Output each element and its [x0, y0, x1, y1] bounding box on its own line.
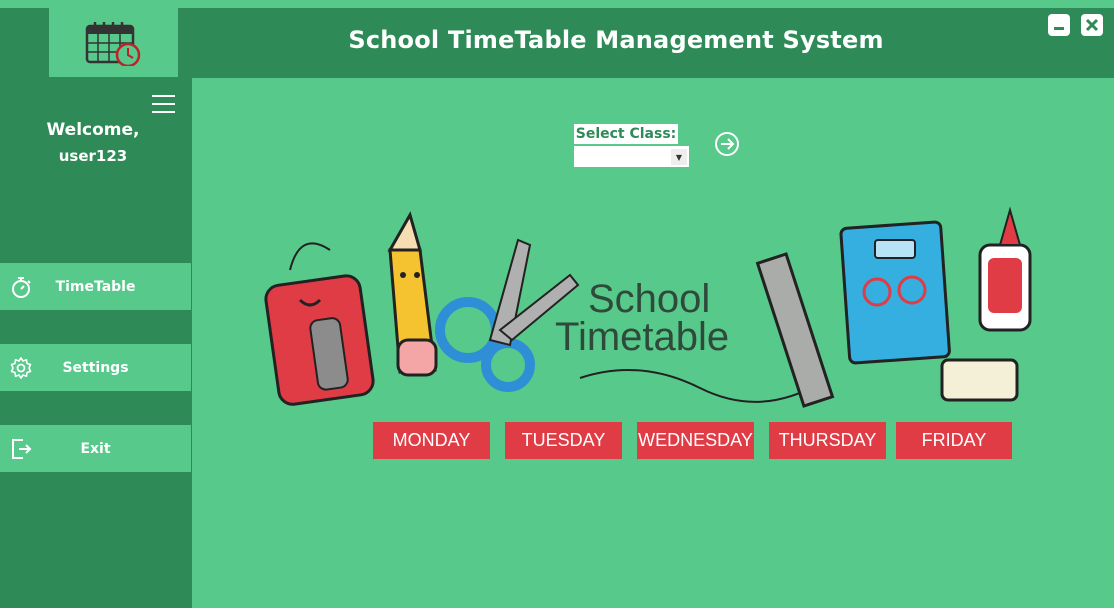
- school-supplies-illustration: School Timetable: [264, 206, 1032, 408]
- select-class-label: Select Class:: [574, 124, 678, 144]
- app-title: School TimeTable Management System: [348, 26, 884, 54]
- minimize-button[interactable]: [1048, 14, 1070, 36]
- pencil-illustration: [387, 211, 438, 377]
- username-text: user123: [58, 147, 128, 165]
- day-button-tuesday[interactable]: TUESDAY: [505, 422, 622, 459]
- day-button-wednesday[interactable]: WEDNESDAY: [637, 422, 754, 459]
- sharpener-illustration: [264, 274, 375, 406]
- ruler-illustration: [755, 252, 835, 408]
- sidebar-item-exit[interactable]: Exit: [0, 425, 191, 472]
- eraser-illustration: [940, 358, 1019, 402]
- top-strip: [0, 0, 1114, 8]
- banner-title-line2: Timetable: [555, 315, 729, 359]
- notebook-illustration: [839, 220, 951, 365]
- close-icon: [1085, 18, 1099, 32]
- arrow-right-circle-icon[interactable]: [714, 131, 740, 157]
- sidebar-item-settings[interactable]: Settings: [0, 344, 191, 391]
- day-button-friday[interactable]: FRIDAY: [896, 422, 1012, 459]
- sidebar-item-label: TimeTable: [55, 278, 136, 295]
- sidebar-item-label: Exit: [80, 440, 111, 457]
- class-select[interactable]: ▼: [574, 146, 689, 167]
- sidebar-item-timetable[interactable]: TimeTable: [0, 263, 191, 310]
- close-button[interactable]: [1081, 14, 1103, 36]
- day-button-thursday[interactable]: THURSDAY: [769, 422, 886, 459]
- sidebar-item-label: Settings: [62, 359, 129, 376]
- hamburger-menu-icon[interactable]: [152, 95, 175, 113]
- calendar-clock-icon: [85, 21, 140, 66]
- app-logo: [49, 8, 178, 77]
- minimize-icon: [1054, 27, 1064, 30]
- glue-illustration: [978, 206, 1032, 332]
- scissors-illustration: [435, 238, 580, 392]
- chevron-down-icon[interactable]: ▼: [671, 149, 687, 165]
- welcome-text: Welcome,: [46, 120, 140, 140]
- day-button-monday[interactable]: MONDAY: [373, 422, 490, 459]
